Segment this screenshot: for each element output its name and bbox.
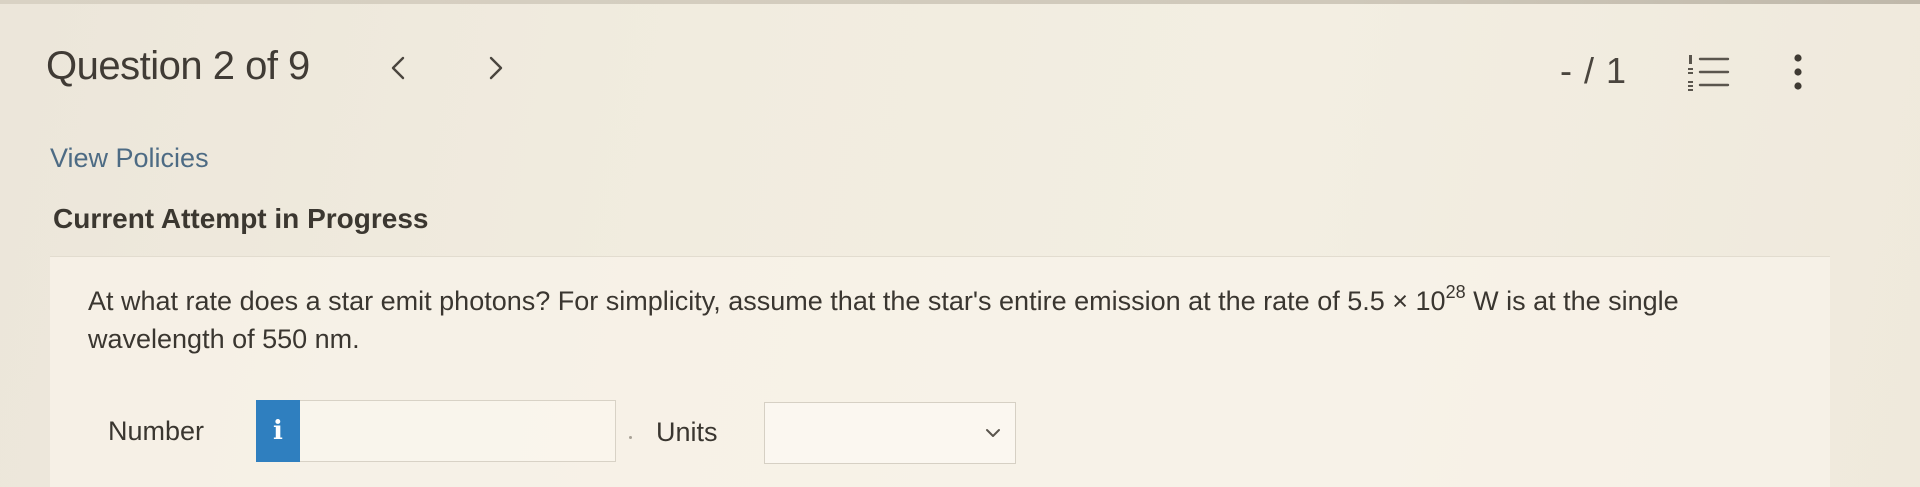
number-label: Number	[108, 416, 205, 446]
question-text: At what rate does a star emit photons? F…	[88, 282, 1808, 358]
question-title: Question 2 of 9	[46, 44, 310, 88]
info-icon: i	[273, 416, 283, 446]
score-display: - / 1	[1560, 50, 1628, 91]
units-label: Units	[656, 417, 718, 447]
kebab-menu-icon	[1794, 54, 1802, 90]
question-list-button[interactable]	[1686, 52, 1732, 92]
chevron-down-icon	[986, 429, 1000, 437]
numbered-list-icon	[1688, 55, 1730, 91]
chevron-right-icon	[489, 56, 503, 80]
number-input[interactable]	[300, 400, 616, 462]
top-divider	[0, 0, 1920, 4]
question-header: Question 2 of 9 - / 1	[0, 40, 1920, 96]
question-text-start: At what rate does a star emit photons? F…	[88, 286, 1446, 316]
next-question-button[interactable]	[476, 48, 516, 88]
more-options-button[interactable]	[1778, 50, 1818, 94]
chevron-left-icon	[391, 56, 405, 80]
info-button[interactable]: i	[256, 400, 300, 462]
units-dropdown[interactable]	[764, 402, 1016, 464]
attempt-status: Current Attempt in Progress	[53, 203, 429, 234]
view-policies-link[interactable]: View Policies	[50, 143, 209, 174]
separator-dot	[629, 436, 632, 439]
power-exponent: 28	[1445, 282, 1466, 302]
previous-question-button[interactable]	[378, 48, 418, 88]
